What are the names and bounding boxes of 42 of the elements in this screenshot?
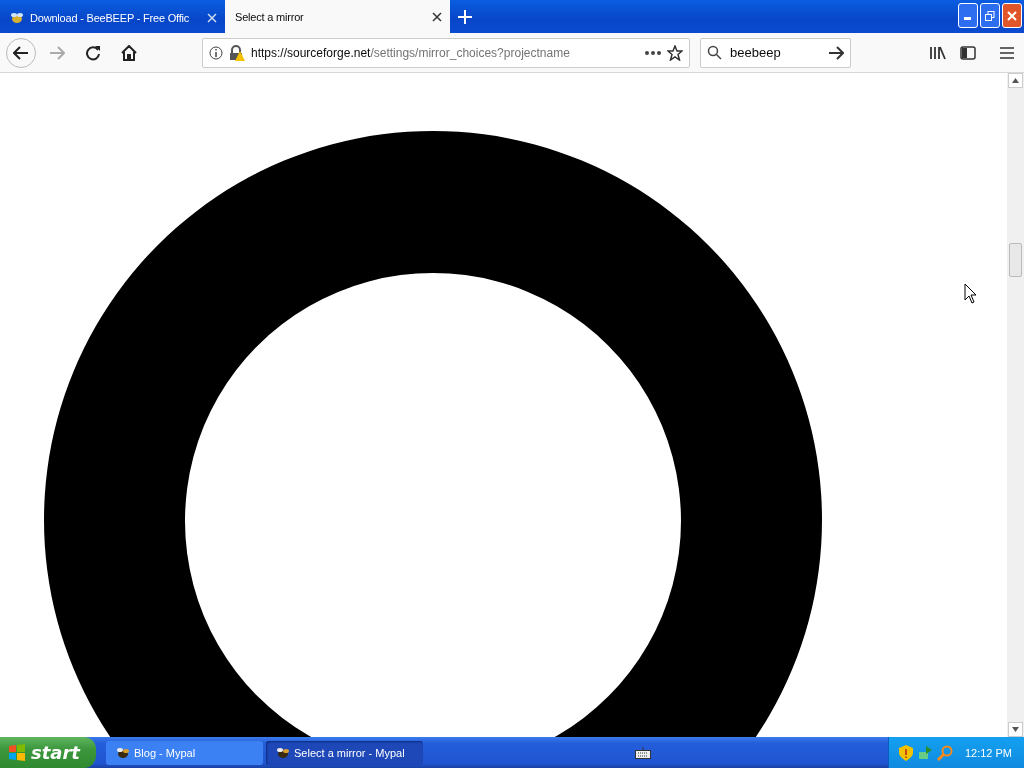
app-icon: [116, 746, 130, 759]
library-icon[interactable]: [930, 45, 946, 60]
close-icon[interactable]: [432, 11, 442, 22]
taskbar-button[interactable]: Blog - Mypal: [106, 740, 263, 765]
windows-flag-icon: [8, 743, 26, 762]
new-tab-icon[interactable]: [458, 10, 472, 24]
app-icon: [276, 746, 290, 759]
info-icon: [209, 45, 223, 60]
scroll-up-icon[interactable]: [1012, 78, 1019, 83]
menu-icon[interactable]: [1000, 46, 1014, 59]
minimize-button[interactable]: [958, 3, 978, 28]
clock-text: 12:12 PM: [964, 746, 1012, 759]
taskbar-button[interactable]: Select a mirror - Mypal: [266, 740, 423, 765]
reload-icon: [85, 44, 101, 61]
restore-button[interactable]: [980, 3, 1000, 28]
close-icon: [1007, 10, 1017, 21]
url-text: https://sourceforge.net/settings/mirror_choices?projectname: [251, 45, 571, 60]
more-icon[interactable]: [645, 50, 661, 55]
magnifier-icon: [936, 744, 953, 761]
browser-tab[interactable]: Select a mirror: [225, 0, 450, 33]
sidebar-icon[interactable]: [960, 45, 976, 60]
cursor-icon: [964, 283, 978, 305]
lock-warning-icon: [229, 44, 245, 61]
network-icon: [916, 744, 933, 761]
star-icon[interactable]: [667, 44, 683, 61]
close-button[interactable]: [1002, 3, 1022, 28]
search-icon: [707, 45, 722, 60]
browser-tab[interactable]: Download - BeeBEEP - Free Offic: [0, 2, 225, 33]
restore-icon: [985, 10, 995, 21]
start-button[interactable]: start: [0, 737, 96, 768]
forward-icon: [49, 45, 65, 60]
shield-icon: [898, 744, 913, 761]
scroll-thumb[interactable]: [1009, 243, 1022, 277]
arrow-right-icon[interactable]: [828, 45, 844, 60]
scrollbar[interactable]: [1007, 73, 1024, 737]
bee-icon: [10, 11, 24, 24]
back-icon: [13, 45, 29, 60]
keyboard-icon: [635, 746, 652, 759]
home-icon: [121, 44, 137, 61]
search-field[interactable]: beebeep: [700, 37, 851, 68]
address-field[interactable]: https://sourceforge.net/settings/mirror_choices?projectname: [202, 37, 690, 68]
scroll-down-icon[interactable]: [1012, 727, 1019, 732]
